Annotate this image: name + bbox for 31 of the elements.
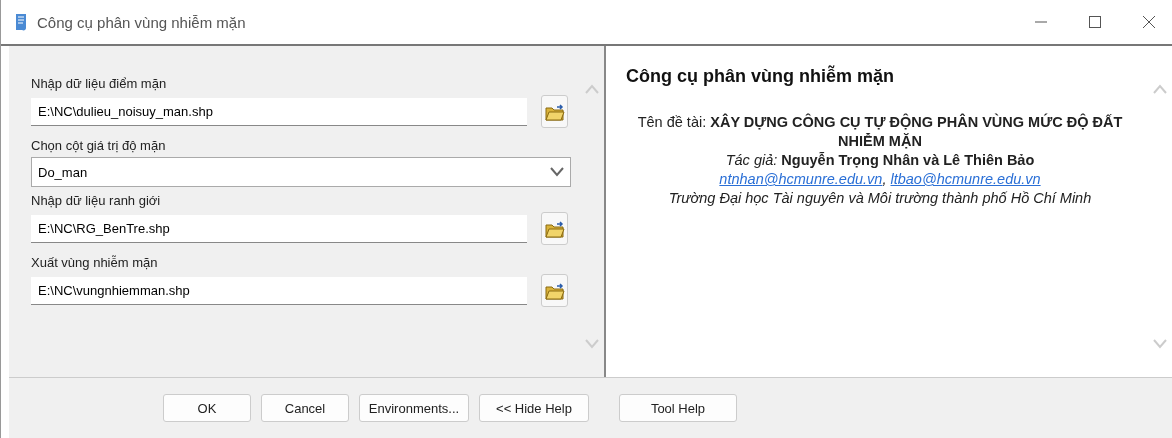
dialog-button[interactable]: Cancel [261, 394, 349, 422]
parameter-label: Chọn cột giá trị độ mặn [31, 138, 167, 153]
window-title: Công cụ phân vùng nhiễm mặn [37, 13, 247, 31]
dropdown-caret-icon[interactable] [550, 167, 564, 177]
field-dropdown[interactable]: Do_man [31, 157, 571, 187]
email-link[interactable]: ltbao@hcmunre.edu.vn [890, 171, 1041, 187]
browse-button[interactable] [541, 212, 568, 245]
folder-icon [544, 281, 565, 300]
folder-icon [544, 102, 565, 121]
authors-text: Tác giả: Nguyễn Trọng Nhân và Lê Thiên Bảo [724, 151, 1036, 170]
parameter-label: Nhập dữ liệu ranh giới [31, 193, 162, 208]
path-field[interactable]: E:\NC\RG_BenTre.shp [31, 214, 527, 243]
scroll-icon [13, 12, 29, 32]
topic-text: Tên đề tài: XÂY DỰNG CÔNG CỤ TỰ ĐỘNG PHÂN VÙNG MỨC ĐỘ ĐẤT NHIỄM MẶN [636, 113, 1124, 151]
help-title: Công cụ phân vùng nhiễm mặn [626, 66, 895, 87]
path-field[interactable]: E:\NC\dulieu_noisuy_man.shp [31, 97, 527, 126]
parameter-label: Xuất vùng nhiễm mặn [31, 255, 159, 270]
maximize-icon[interactable] [1089, 16, 1101, 28]
dialog-button[interactable]: OK [163, 394, 251, 422]
browse-button[interactable] [541, 274, 568, 307]
dialog-button[interactable]: << Hide Help [479, 394, 589, 422]
parameter-label: Nhập dữ liệu điểm mặn [31, 76, 168, 91]
email-link[interactable]: ntnhan@hcmunre.edu.vn [719, 171, 883, 187]
institution-text: Trường Đại học Tài nguyên và Môi trường thành phố Hồ Chí Minh [667, 189, 1093, 208]
folder-icon [544, 219, 565, 238]
dialog-button[interactable]: Environments... [359, 394, 469, 422]
path-field[interactable]: E:\NC\vungnhiemman.shp [31, 276, 527, 305]
close-icon[interactable] [1143, 16, 1155, 28]
browse-button[interactable] [541, 95, 568, 128]
dialog-button[interactable]: Tool Help [619, 394, 737, 422]
separator-text: , [882, 171, 887, 187]
